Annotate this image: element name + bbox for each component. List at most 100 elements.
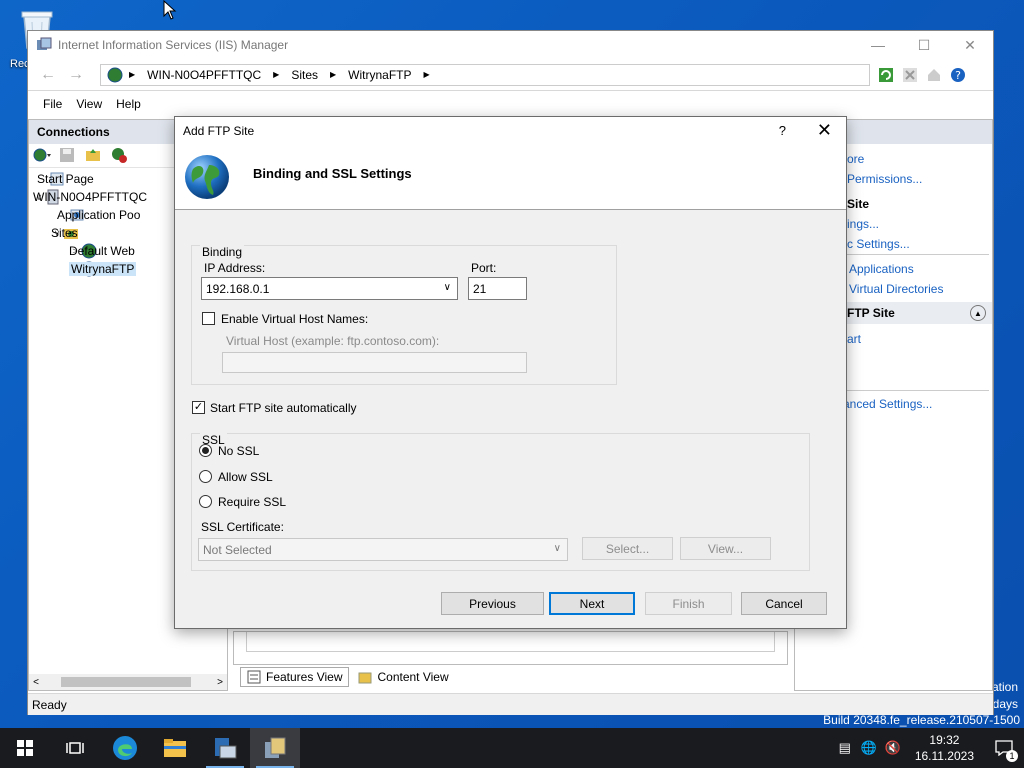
view-certificate-button[interactable]: View... xyxy=(680,537,771,560)
volume-muted-icon[interactable]: 🔇 xyxy=(881,728,905,768)
action-view-vdirs-link[interactable]: Virtual Directories xyxy=(849,282,943,296)
globe-icon xyxy=(185,155,229,199)
home-icon[interactable] xyxy=(924,66,944,84)
keyboard-icon[interactable]: ▤ xyxy=(833,728,857,768)
disconnect-icon[interactable] xyxy=(111,147,131,165)
scroll-right-icon[interactable]: > xyxy=(213,677,227,688)
allow-ssl-label: Allow SSL xyxy=(218,470,273,484)
navigation-bar: ← → ▶ WIN-N0O4PFFTTQC ▶ Sites ▶ WitrynaF… xyxy=(28,59,993,91)
breadcrumb-arrow-icon: ▶ xyxy=(273,70,280,79)
maximize-button[interactable]: ☐ xyxy=(901,31,947,59)
features-view-icon xyxy=(247,670,261,684)
breadcrumb-sites[interactable]: Sites xyxy=(291,68,318,82)
cancel-button[interactable]: Cancel xyxy=(741,592,827,615)
address-bar[interactable]: ▶ WIN-N0O4PFFTTQC ▶ Sites ▶ WitrynaFTP ▶ xyxy=(100,63,870,86)
menu-file[interactable]: File xyxy=(36,97,69,111)
taskbar: ▤ 🌐 🔇 19:32 16.11.2023 1 xyxy=(0,728,1024,768)
action-view-applications-link[interactable]: Applications xyxy=(849,262,914,276)
notification-center-button[interactable]: 1 xyxy=(984,728,1024,768)
taskbar-server-manager[interactable] xyxy=(200,728,250,768)
connect-icon[interactable] xyxy=(33,147,53,165)
chevron-down-icon: ∨ xyxy=(443,282,451,293)
back-button[interactable]: ← xyxy=(34,63,62,87)
watermark-build: Build 20348.fe_release.210507-1500 xyxy=(823,713,1020,727)
help-icon[interactable]: ? xyxy=(948,66,968,84)
iis-window-title: Internet Information Services (IIS) Mana… xyxy=(58,38,289,52)
watermark-line2: days xyxy=(992,697,1018,711)
next-button[interactable]: Next xyxy=(549,592,635,615)
breadcrumb-arrow-icon: ▶ xyxy=(330,70,337,79)
folder-icon xyxy=(164,739,186,757)
view-tabs: Features View Content View xyxy=(240,667,456,687)
ssl-certificate-dropdown[interactable]: Not Selected ∨ xyxy=(198,538,568,561)
start-ftp-auto-checkbox[interactable]: ✓ xyxy=(192,401,205,414)
clock[interactable]: 19:32 16.11.2023 xyxy=(905,732,984,764)
ip-address-label: IP Address: xyxy=(204,261,266,275)
enable-virtual-host-checkbox[interactable] xyxy=(202,312,215,325)
breadcrumb-arrow-icon: ▶ xyxy=(129,70,136,79)
up-folder-icon[interactable] xyxy=(85,147,105,165)
svg-text:?: ? xyxy=(955,69,961,82)
virtual-host-input[interactable] xyxy=(222,352,527,373)
action-permissions-link[interactable]: Permissions... xyxy=(847,172,922,186)
ssl-certificate-label: SSL Certificate: xyxy=(201,520,284,534)
minimize-button[interactable]: — xyxy=(855,31,901,59)
iis-manager-icon xyxy=(265,737,286,758)
action-restart-link[interactable]: art xyxy=(847,332,861,346)
action-explore-link[interactable]: ore xyxy=(847,152,864,166)
refresh-icon[interactable] xyxy=(876,66,896,84)
start-button[interactable] xyxy=(0,728,50,768)
action-bindings-link[interactable]: ings... xyxy=(847,217,879,231)
action-basic-settings-link[interactable]: c Settings... xyxy=(847,237,910,251)
task-view-button[interactable] xyxy=(50,728,100,768)
dialog-title: Add FTP Site xyxy=(183,124,255,138)
clock-date: 16.11.2023 xyxy=(914,749,974,763)
menu-view[interactable]: View xyxy=(69,97,109,111)
watermark-line1: ation xyxy=(991,680,1018,694)
connections-scrollbar[interactable]: < > xyxy=(29,674,227,690)
scroll-left-icon[interactable]: < xyxy=(29,677,43,688)
breadcrumb-arrow-icon: ▶ xyxy=(423,70,430,79)
taskbar-iis-manager[interactable] xyxy=(250,728,300,768)
actions-ftp-site-heading: FTP Site xyxy=(847,306,895,320)
previous-button[interactable]: Previous xyxy=(441,592,544,615)
menu-help[interactable]: Help xyxy=(109,97,148,111)
taskbar-explorer[interactable] xyxy=(150,728,200,768)
dialog-help-button[interactable]: ? xyxy=(779,123,786,138)
forward-button[interactable]: → xyxy=(62,63,90,87)
mouse-cursor-icon xyxy=(163,0,177,20)
radio-allow-ssl[interactable] xyxy=(199,470,212,483)
status-bar: Ready xyxy=(28,693,993,715)
ip-address-dropdown[interactable]: 192.168.0.1 ∨ xyxy=(201,277,458,300)
dialog-titlebar[interactable]: Add FTP Site xyxy=(175,117,846,145)
scroll-thumb[interactable] xyxy=(61,677,191,687)
breadcrumb-server[interactable]: WIN-N0O4PFFTTQC xyxy=(147,68,261,82)
iis-titlebar[interactable]: Internet Information Services (IIS) Mana… xyxy=(28,31,993,59)
collapse-up-icon[interactable]: ▲ xyxy=(970,305,986,321)
radio-no-ssl[interactable] xyxy=(199,444,212,457)
dialog-close-button[interactable]: ✕ xyxy=(817,120,832,141)
no-ssl-label: No SSL xyxy=(218,444,260,458)
action-advanced-settings-link[interactable]: anced Settings... xyxy=(843,397,932,411)
notification-count: 1 xyxy=(1006,750,1018,762)
network-icon[interactable]: 🌐 xyxy=(857,728,881,768)
content-view-icon xyxy=(358,672,372,684)
dialog-banner: Binding and SSL Settings xyxy=(175,145,846,210)
status-text: Ready xyxy=(32,698,67,712)
edge-browser-icon xyxy=(113,736,137,760)
tab-content-view[interactable]: Content View xyxy=(351,667,456,687)
breadcrumb-site[interactable]: WitrynaFTP xyxy=(348,68,411,82)
require-ssl-label: Require SSL xyxy=(218,495,287,509)
select-certificate-button[interactable]: Select... xyxy=(582,537,673,560)
stop-icon[interactable] xyxy=(900,66,920,84)
close-window-button[interactable]: ✕ xyxy=(947,31,993,59)
finish-button[interactable]: Finish xyxy=(645,592,732,615)
actions-edit-site-heading: Site xyxy=(847,197,870,211)
tab-features-view[interactable]: Features View xyxy=(240,667,350,687)
taskbar-edge[interactable] xyxy=(100,728,150,768)
save-icon[interactable] xyxy=(59,147,79,165)
radio-require-ssl[interactable] xyxy=(199,495,212,508)
dialog-heading: Binding and SSL Settings xyxy=(253,166,412,181)
port-input[interactable]: 21 xyxy=(468,277,527,300)
features-content-area xyxy=(233,631,788,665)
